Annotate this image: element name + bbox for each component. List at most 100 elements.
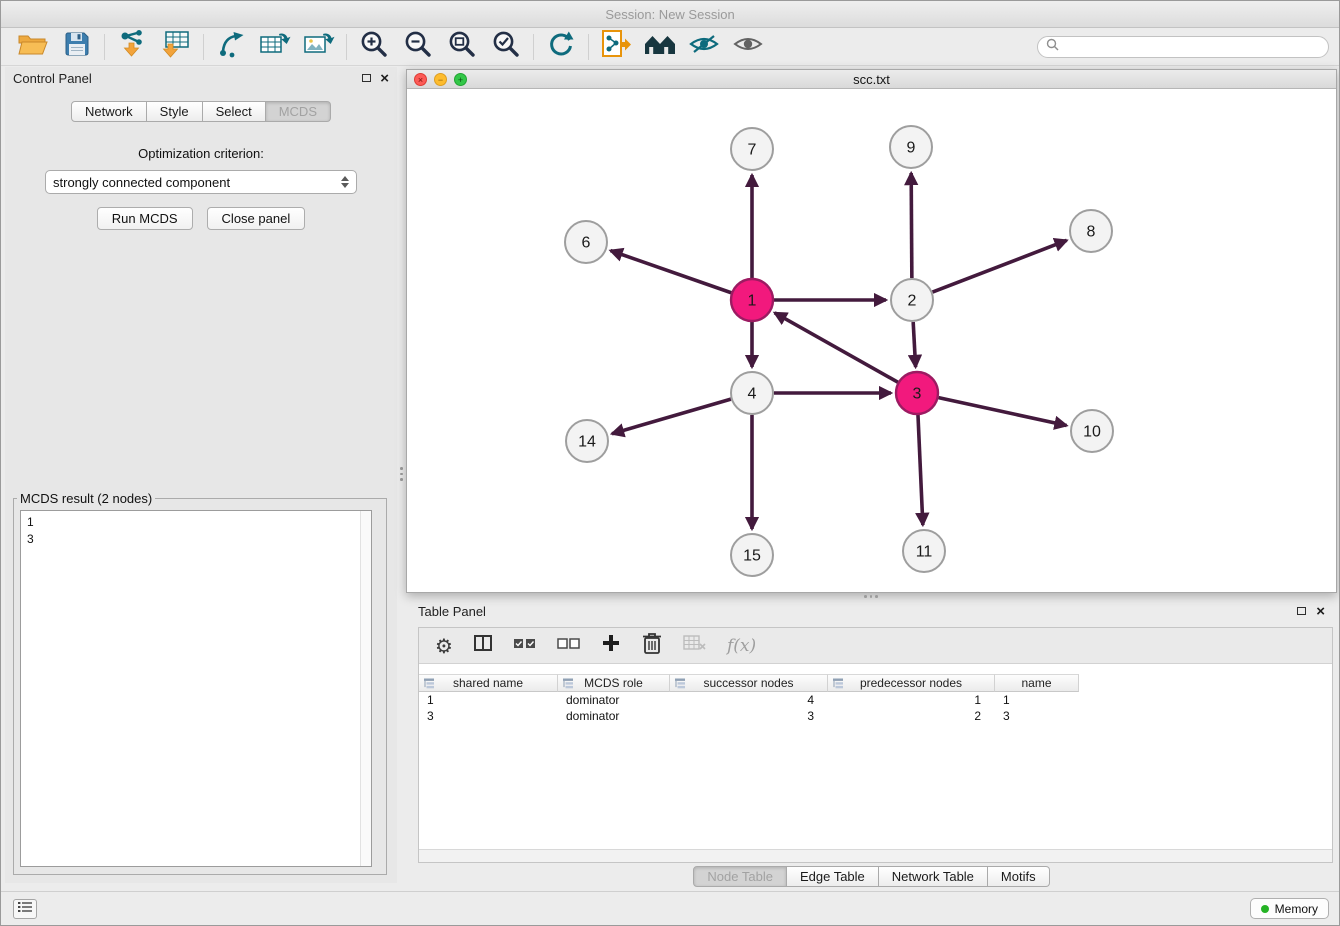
graph-node-8[interactable]: 8 bbox=[1070, 210, 1112, 252]
control-panel-tab-bar: Network Style Select MCDS bbox=[5, 101, 397, 122]
save-session-button[interactable] bbox=[55, 31, 99, 63]
zoom-out-button[interactable] bbox=[396, 31, 440, 63]
cell-predecessor-nodes[interactable]: 2 bbox=[828, 708, 995, 724]
column-header-successor-nodes[interactable]: successor nodes bbox=[670, 674, 828, 692]
graph-edge-1-6[interactable] bbox=[611, 251, 732, 293]
table-row[interactable]: 3 dominator 3 2 3 bbox=[419, 708, 1332, 724]
graphics-details-button[interactable] bbox=[682, 31, 726, 63]
memory-button[interactable]: Memory bbox=[1250, 898, 1329, 919]
houses-icon bbox=[643, 31, 677, 62]
cell-name[interactable]: 3 bbox=[995, 708, 1079, 724]
graph-node-9[interactable]: 9 bbox=[890, 126, 932, 168]
network-from-selection-button[interactable] bbox=[594, 31, 638, 63]
zoom-selected-button[interactable] bbox=[484, 31, 528, 63]
tab-motifs[interactable]: Motifs bbox=[988, 866, 1050, 887]
cell-predecessor-nodes[interactable]: 1 bbox=[828, 692, 995, 708]
columns-icon bbox=[473, 634, 493, 657]
graph-node-3[interactable]: 3 bbox=[896, 372, 938, 414]
add-column-button[interactable] bbox=[601, 633, 621, 658]
eye-slash-icon bbox=[688, 31, 720, 62]
select-all-button[interactable] bbox=[513, 636, 537, 655]
graph-node-7[interactable]: 7 bbox=[731, 128, 773, 170]
tab-network[interactable]: Network bbox=[71, 101, 147, 122]
mcds-result-text-area[interactable]: 1 3 bbox=[20, 510, 372, 867]
tab-style[interactable]: Style bbox=[147, 101, 203, 122]
graph-edge-3-11[interactable] bbox=[918, 415, 923, 525]
graph-node-11[interactable]: 11 bbox=[903, 530, 945, 572]
import-table-button[interactable] bbox=[154, 31, 198, 63]
close-panel-icon[interactable]: × bbox=[380, 71, 389, 86]
window-minimize-button[interactable]: − bbox=[434, 73, 447, 86]
column-header-name[interactable]: name bbox=[995, 674, 1079, 692]
graph-node-2[interactable]: 2 bbox=[891, 279, 933, 321]
cell-shared-name[interactable]: 3 bbox=[419, 708, 558, 724]
graph-edge-2-9[interactable] bbox=[911, 173, 912, 278]
cell-shared-name[interactable]: 1 bbox=[419, 692, 558, 708]
float-panel-icon[interactable] bbox=[362, 74, 371, 82]
graph-node-4[interactable]: 4 bbox=[731, 372, 773, 414]
graph-edge-3-1[interactable] bbox=[775, 313, 898, 382]
close-panel-button[interactable]: Close panel bbox=[207, 207, 306, 230]
tab-mcds[interactable]: MCDS bbox=[266, 101, 331, 122]
toolbar-separator bbox=[346, 34, 347, 60]
export-image-button[interactable] bbox=[297, 31, 341, 63]
graph-edge-3-10[interactable] bbox=[938, 398, 1066, 426]
delete-button[interactable] bbox=[641, 631, 663, 660]
tab-node-table[interactable]: Node Table bbox=[693, 866, 787, 887]
graph-node-15[interactable]: 15 bbox=[731, 534, 773, 576]
function-builder-button[interactable]: f(x) bbox=[727, 636, 756, 656]
run-mcds-button[interactable]: Run MCDS bbox=[97, 207, 193, 230]
memory-label: Memory bbox=[1275, 902, 1318, 916]
zoom-in-button[interactable] bbox=[352, 31, 396, 63]
export-table-button[interactable] bbox=[253, 31, 297, 63]
optimization-criterion-select[interactable]: strongly connected component bbox=[45, 170, 357, 194]
window-close-button[interactable]: × bbox=[414, 73, 427, 86]
graph-edge-4-14[interactable] bbox=[612, 399, 731, 434]
show-columns-button[interactable] bbox=[473, 634, 493, 657]
graph-edge-2-3[interactable] bbox=[913, 322, 915, 367]
tab-edge-table[interactable]: Edge Table bbox=[787, 866, 879, 887]
column-header-shared-name[interactable]: shared name bbox=[419, 674, 558, 692]
eye-icon bbox=[733, 33, 763, 60]
open-file-button[interactable] bbox=[11, 31, 55, 63]
column-header-predecessor-nodes[interactable]: predecessor nodes bbox=[828, 674, 995, 692]
window-zoom-button[interactable]: + bbox=[454, 73, 467, 86]
table-settings-button[interactable]: ⚙ bbox=[435, 636, 453, 656]
graph-edge-2-8[interactable] bbox=[933, 240, 1067, 292]
cell-mcds-role[interactable]: dominator bbox=[558, 708, 670, 724]
cell-successor-nodes[interactable]: 4 bbox=[670, 692, 828, 708]
graph-node-6[interactable]: 6 bbox=[565, 221, 607, 263]
export-table-icon bbox=[259, 30, 291, 63]
cell-successor-nodes[interactable]: 3 bbox=[670, 708, 828, 724]
column-header-mcds-role[interactable]: MCDS role bbox=[558, 674, 670, 692]
float-panel-icon[interactable] bbox=[1297, 607, 1306, 615]
deselect-all-button[interactable] bbox=[557, 636, 581, 655]
graph-node-14[interactable]: 14 bbox=[566, 420, 608, 462]
tab-select[interactable]: Select bbox=[203, 101, 266, 122]
cell-mcds-role[interactable]: dominator bbox=[558, 692, 670, 708]
cell-name[interactable]: 1 bbox=[995, 692, 1079, 708]
search-input[interactable] bbox=[1064, 40, 1320, 54]
zoom-fit-button[interactable] bbox=[440, 31, 484, 63]
network-canvas[interactable]: 7 9 6 8 1 2 4 3 14 10 15 11 bbox=[407, 89, 1336, 592]
show-hide-button[interactable] bbox=[726, 31, 770, 63]
close-panel-icon[interactable]: × bbox=[1316, 604, 1325, 619]
result-scrollbar[interactable] bbox=[360, 511, 371, 866]
network-graph[interactable]: 7 9 6 8 1 2 4 3 14 10 15 11 bbox=[407, 89, 1336, 592]
search-icon bbox=[1046, 38, 1059, 56]
ndex-button[interactable] bbox=[638, 31, 682, 63]
vertical-splitter[interactable] bbox=[397, 67, 406, 883]
table-horizontal-scrollbar[interactable] bbox=[419, 849, 1332, 862]
tab-network-table[interactable]: Network Table bbox=[879, 866, 988, 887]
graph-node-1[interactable]: 1 bbox=[731, 279, 773, 321]
task-history-button[interactable] bbox=[13, 899, 37, 919]
import-network-button[interactable] bbox=[110, 31, 154, 63]
graph-node-10[interactable]: 10 bbox=[1071, 410, 1113, 452]
export-network-button[interactable] bbox=[209, 31, 253, 63]
search-field[interactable] bbox=[1037, 36, 1329, 58]
svg-text:10: 10 bbox=[1083, 424, 1101, 441]
network-window-titlebar[interactable]: × − + scc.txt bbox=[407, 70, 1336, 89]
apply-layout-button[interactable] bbox=[539, 31, 583, 63]
delete-table-button[interactable] bbox=[683, 633, 707, 658]
table-row[interactable]: 1 dominator 4 1 1 bbox=[419, 692, 1332, 708]
